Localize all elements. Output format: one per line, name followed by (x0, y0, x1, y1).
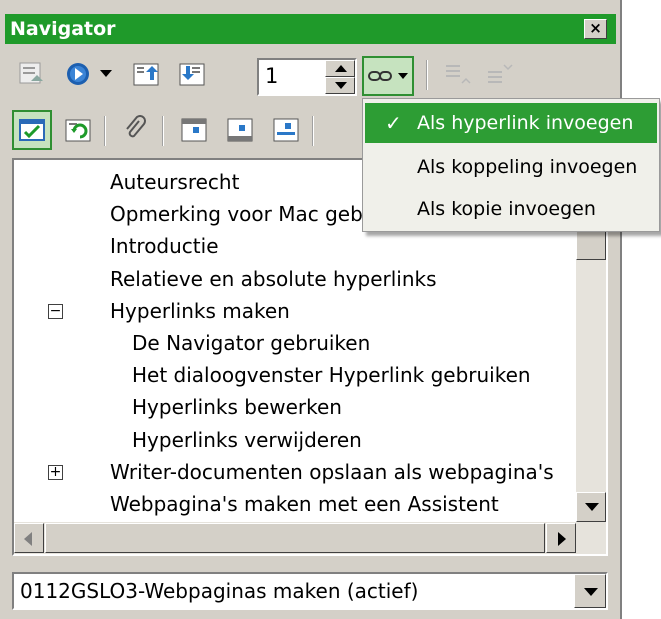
demote-level-icon (480, 54, 520, 94)
horizontal-scrollbar[interactable] (14, 522, 606, 554)
drag-mode-button[interactable] (362, 56, 414, 96)
header-icon[interactable] (174, 110, 214, 150)
navigator-panel: Navigator × 1 Auteursrecht Opmerking voo… (0, 0, 622, 619)
tree-item[interactable]: Hyperlinks verwijderen (132, 426, 362, 454)
menu-item-insert-as-hyperlink[interactable]: ✓ Als hyperlink invoegen (365, 103, 657, 143)
reminder-icon[interactable] (116, 110, 156, 150)
tree-item[interactable]: Hyperlinks bewerken (132, 393, 342, 421)
navigator-titlebar: Navigator × (5, 14, 616, 44)
scroll-left-button[interactable] (14, 523, 44, 553)
toolbar-separator (104, 116, 106, 146)
menu-item-label: Als hyperlink invoegen (417, 112, 634, 134)
tree-item[interactable]: Hyperlinks maken (110, 297, 290, 325)
menu-item-label: Als kopie invoegen (417, 198, 596, 220)
previous-icon[interactable] (126, 54, 166, 94)
tree-item[interactable]: Het dialoogvenster Hyperlink gebruiken (132, 361, 531, 389)
promote-level-icon (438, 54, 478, 94)
page-number-up-button[interactable] (325, 60, 355, 77)
expand-icon[interactable]: + (48, 464, 63, 480)
content-view-icon[interactable] (12, 110, 52, 150)
drag-mode-dropdown-arrow (398, 73, 408, 79)
chain-link-icon (368, 71, 392, 81)
navigation-dropdown-arrow[interactable] (100, 70, 112, 77)
document-select-dropdown-button[interactable] (574, 574, 606, 608)
scroll-down-button[interactable] (576, 492, 606, 522)
page-number-value: 1 (265, 64, 279, 88)
tree-item[interactable]: Relatieve en absolute hyperlinks (110, 265, 437, 293)
document-select[interactable]: 0112GSLO3-Webpaginas maken (actief) (12, 572, 608, 610)
navigation-icon[interactable] (58, 54, 98, 94)
checkmark-icon: ✓ (385, 111, 402, 135)
toolbar-row-1: 1 (12, 50, 612, 96)
update-icon[interactable] (58, 110, 98, 150)
toolbar-separator (426, 60, 428, 90)
menu-item-insert-as-link[interactable]: Als koppeling invoegen (365, 147, 657, 187)
tree-item[interactable]: Opmerking voor Mac geb (110, 200, 363, 228)
menu-item-label: Als koppeling invoegen (417, 156, 638, 178)
close-button[interactable]: × (584, 19, 607, 39)
next-icon[interactable] (172, 54, 212, 94)
tree-item[interactable]: Writer-documenten opslaan als webpagina'… (110, 458, 554, 486)
tree-item[interactable]: Webpagina's maken met een Assistent (110, 490, 499, 518)
footer-icon[interactable] (220, 110, 260, 150)
tree-item[interactable]: Auteursrecht (110, 168, 239, 196)
toolbar-separator (162, 116, 164, 146)
horizontal-scroll-thumb[interactable] (45, 523, 545, 553)
tree-item[interactable]: De Navigator gebruiken (132, 329, 370, 357)
anchor-icon[interactable] (266, 110, 306, 150)
collapse-icon[interactable]: − (48, 303, 63, 319)
window-title: Navigator (10, 18, 116, 40)
drag-mode-menu: ✓ Als hyperlink invoegen Als koppeling i… (362, 98, 660, 232)
page-number-field[interactable]: 1 (257, 58, 357, 96)
toolbar-separator (312, 116, 314, 146)
menu-item-insert-as-copy[interactable]: Als kopie invoegen (365, 189, 657, 229)
page-number-stepper (325, 60, 355, 94)
document-select-value: 0112GSLO3-Webpaginas maken (actief) (20, 579, 419, 603)
scroll-right-button[interactable] (546, 523, 576, 553)
headings-icon[interactable] (12, 54, 52, 94)
page-number-down-button[interactable] (325, 77, 355, 94)
tree-item[interactable]: Introductie (110, 232, 219, 260)
